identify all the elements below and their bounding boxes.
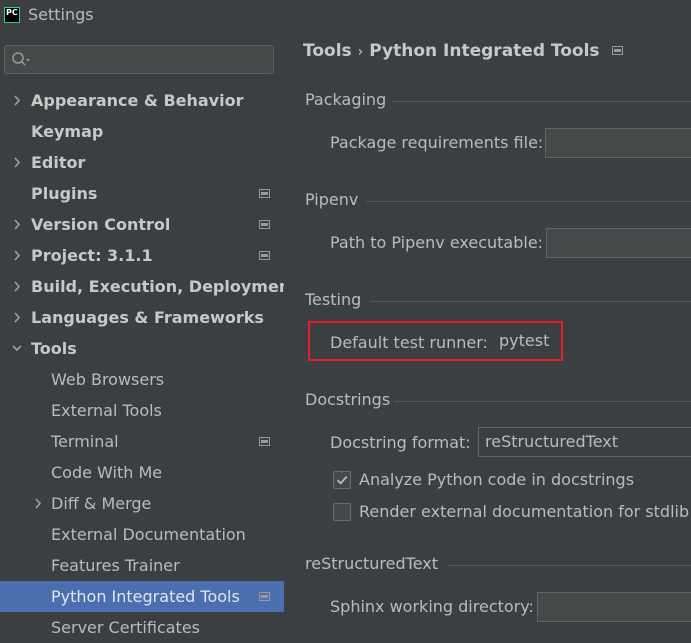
sidebar-item-label: Terminal xyxy=(51,432,119,451)
docstring-format-select[interactable]: reStructuredText xyxy=(478,427,691,457)
sidebar-item-external-tools[interactable]: External Tools xyxy=(0,395,284,426)
project-level-icon xyxy=(259,189,270,198)
section-divider xyxy=(366,201,691,202)
render-external-docs-checkbox[interactable] xyxy=(333,503,351,521)
sidebar-item-python-integrated-tools[interactable]: Python Integrated Tools xyxy=(0,581,284,612)
test-runner-select[interactable]: pytest xyxy=(493,327,561,357)
chevron-down-icon[interactable] xyxy=(11,333,23,364)
sidebar-item-label: Code With Me xyxy=(51,463,163,482)
analyze-docstrings-checkbox[interactable] xyxy=(333,471,351,489)
sidebar-item-diff-merge[interactable]: Diff & Merge xyxy=(0,488,284,519)
project-level-icon xyxy=(259,251,270,260)
checkmark-icon xyxy=(336,475,348,485)
section-divider xyxy=(392,101,691,102)
sidebar-item-label: External Documentation xyxy=(51,525,246,544)
breadcrumb-parent[interactable]: Tools xyxy=(303,41,352,61)
project-level-icon xyxy=(259,592,270,601)
breadcrumb-current: Python Integrated Tools xyxy=(369,41,600,61)
analyze-docstrings-label[interactable]: Analyze Python code in docstrings xyxy=(359,470,634,489)
sidebar-item-label: Editor xyxy=(31,153,86,172)
section-divider xyxy=(448,565,691,566)
sidebar-item-label: Python Integrated Tools xyxy=(51,587,240,606)
sidebar-item-project-3-1-1[interactable]: Project: 3.1.1 xyxy=(0,240,284,271)
search-box[interactable] xyxy=(4,45,274,74)
sidebar-item-label: Server Certificates xyxy=(51,618,200,637)
sidebar-item-appearance-behavior[interactable]: Appearance & Behavior xyxy=(0,85,284,116)
sidebar-item-label: Features Trainer xyxy=(51,556,180,575)
section-pipenv-title: Pipenv xyxy=(305,190,359,209)
docstring-format-label: Docstring format: xyxy=(330,433,471,452)
settings-sidebar: Appearance & Behavior Keymap Editor Plugins… xyxy=(0,32,298,637)
project-level-icon xyxy=(259,220,270,229)
requirements-file-field[interactable] xyxy=(545,128,691,158)
title-bar: PC Settings xyxy=(0,0,691,32)
window-title: Settings xyxy=(28,5,94,24)
pipenv-path-label: Path to Pipenv executable: xyxy=(330,233,544,252)
project-level-icon xyxy=(259,437,270,446)
sidebar-item-label: Keymap xyxy=(31,122,104,141)
section-packaging-title: Packaging xyxy=(305,90,387,109)
breadcrumb: Tools › Python Integrated Tools xyxy=(303,41,623,61)
sidebar-item-label: Appearance & Behavior xyxy=(31,91,244,110)
sidebar-item-label: Plugins xyxy=(31,184,98,203)
sphinx-dir-label: Sphinx working directory: xyxy=(330,597,534,616)
sidebar-item-code-with-me[interactable]: Code With Me xyxy=(0,457,284,488)
chevron-right-icon[interactable] xyxy=(11,147,23,178)
section-restructuredtext-title: reStructuredText xyxy=(305,554,439,573)
project-level-icon xyxy=(611,46,623,55)
sphinx-dir-field[interactable] xyxy=(537,592,691,622)
test-runner-label: Default test runner: xyxy=(330,333,488,352)
pipenv-path-field[interactable] xyxy=(546,228,691,258)
sidebar-item-server-certificates[interactable]: Server Certificates xyxy=(0,612,284,643)
search-input[interactable] xyxy=(35,49,271,72)
sidebar-item-keymap[interactable]: Keymap xyxy=(0,116,284,147)
section-divider xyxy=(394,401,691,402)
sidebar-item-plugins[interactable]: Plugins xyxy=(0,178,284,209)
section-testing-title: Testing xyxy=(305,290,362,309)
pc-icon: PC xyxy=(4,7,20,23)
sidebar-item-tools[interactable]: Tools xyxy=(0,333,284,364)
sidebar-item-label: Web Browsers xyxy=(51,370,165,389)
sidebar-item-version-control[interactable]: Version Control xyxy=(0,209,284,240)
chevron-right-icon[interactable] xyxy=(11,271,23,302)
search-icon xyxy=(12,52,30,66)
sidebar-item-label: Languages & Frameworks xyxy=(31,308,264,327)
sidebar-item-external-documentation[interactable]: External Documentation xyxy=(0,519,284,550)
sidebar-item-label: External Tools xyxy=(51,401,162,420)
settings-content: Tools › Python Integrated Tools Packaging … xyxy=(284,32,691,627)
sidebar-item-label: Tools xyxy=(31,339,77,358)
requirements-label: Package requirements file: xyxy=(330,133,544,152)
sidebar-item-label: Build, Execution, Deployment xyxy=(31,277,298,296)
sidebar-item-features-trainer[interactable]: Features Trainer xyxy=(0,550,284,581)
sidebar-item-label: Version Control xyxy=(31,215,171,234)
chevron-right-icon[interactable] xyxy=(32,488,44,519)
sidebar-item-languages-frameworks[interactable]: Languages & Frameworks xyxy=(0,302,284,333)
breadcrumb-separator: › xyxy=(357,44,364,60)
section-docstrings-title: Docstrings xyxy=(305,390,391,409)
sidebar-item-terminal[interactable]: Terminal xyxy=(0,426,284,457)
section-divider xyxy=(370,301,691,302)
sidebar-item-label: Diff & Merge xyxy=(51,494,152,513)
sidebar-item-build-execution-deployment[interactable]: Build, Execution, Deployment xyxy=(0,271,298,302)
chevron-right-icon[interactable] xyxy=(11,209,23,240)
chevron-right-icon[interactable] xyxy=(11,240,23,271)
render-external-docs-label[interactable]: Render external documentation for stdlib xyxy=(359,502,689,521)
chevron-right-icon[interactable] xyxy=(11,85,23,116)
sidebar-item-web-browsers[interactable]: Web Browsers xyxy=(0,364,284,395)
chevron-right-icon[interactable] xyxy=(11,302,23,333)
sidebar-item-label: Project: 3.1.1 xyxy=(31,246,153,265)
sidebar-item-editor[interactable]: Editor xyxy=(0,147,284,178)
